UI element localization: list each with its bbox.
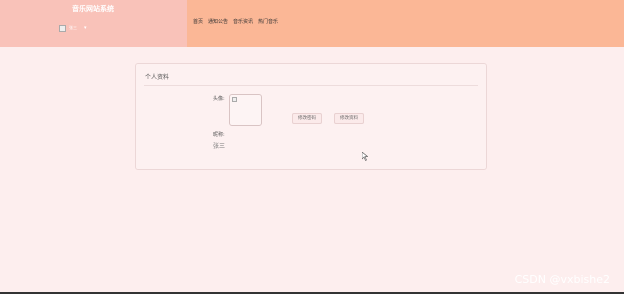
watermark: CSDN @vxbishe2: [514, 273, 610, 286]
user-menu[interactable]: 张三 ▾: [59, 23, 87, 33]
edit-profile-button[interactable]: 修改资料: [334, 113, 364, 124]
avatar-upload[interactable]: [229, 94, 262, 126]
user-name: 张三: [69, 25, 77, 30]
nav-item-home[interactable]: 首页: [193, 18, 203, 25]
mouse-cursor-icon: [361, 151, 369, 163]
top-navbar: 首页 通知公告 音乐资讯 热门音乐: [187, 0, 624, 47]
nav-item-hot-music[interactable]: 热门音乐: [258, 18, 278, 25]
nickname-label: 昵称:: [213, 132, 225, 138]
user-avatar: [59, 24, 66, 32]
change-password-button[interactable]: 修改密码: [292, 113, 322, 124]
avatar-label: 头像:: [213, 96, 225, 102]
nav-item-announcements[interactable]: 通知公告: [208, 18, 228, 25]
nickname-value: 张三: [213, 143, 226, 150]
profile-card-title: 个人资料: [145, 74, 170, 81]
main-nav: 首页 通知公告 音乐资讯 热门音乐: [193, 18, 278, 25]
chevron-down-icon[interactable]: ▾: [84, 25, 87, 31]
divider: [144, 85, 478, 86]
nav-item-music-news[interactable]: 音乐资讯: [233, 18, 253, 25]
profile-card: 个人资料 头像: 修改密码 修改资料 昵称: 张三: [135, 63, 487, 170]
sidebar-header: 音乐网站系统 张三 ▾: [0, 0, 187, 47]
broken-image-icon: [232, 97, 237, 102]
app-title: 音乐网站系统: [72, 5, 114, 13]
